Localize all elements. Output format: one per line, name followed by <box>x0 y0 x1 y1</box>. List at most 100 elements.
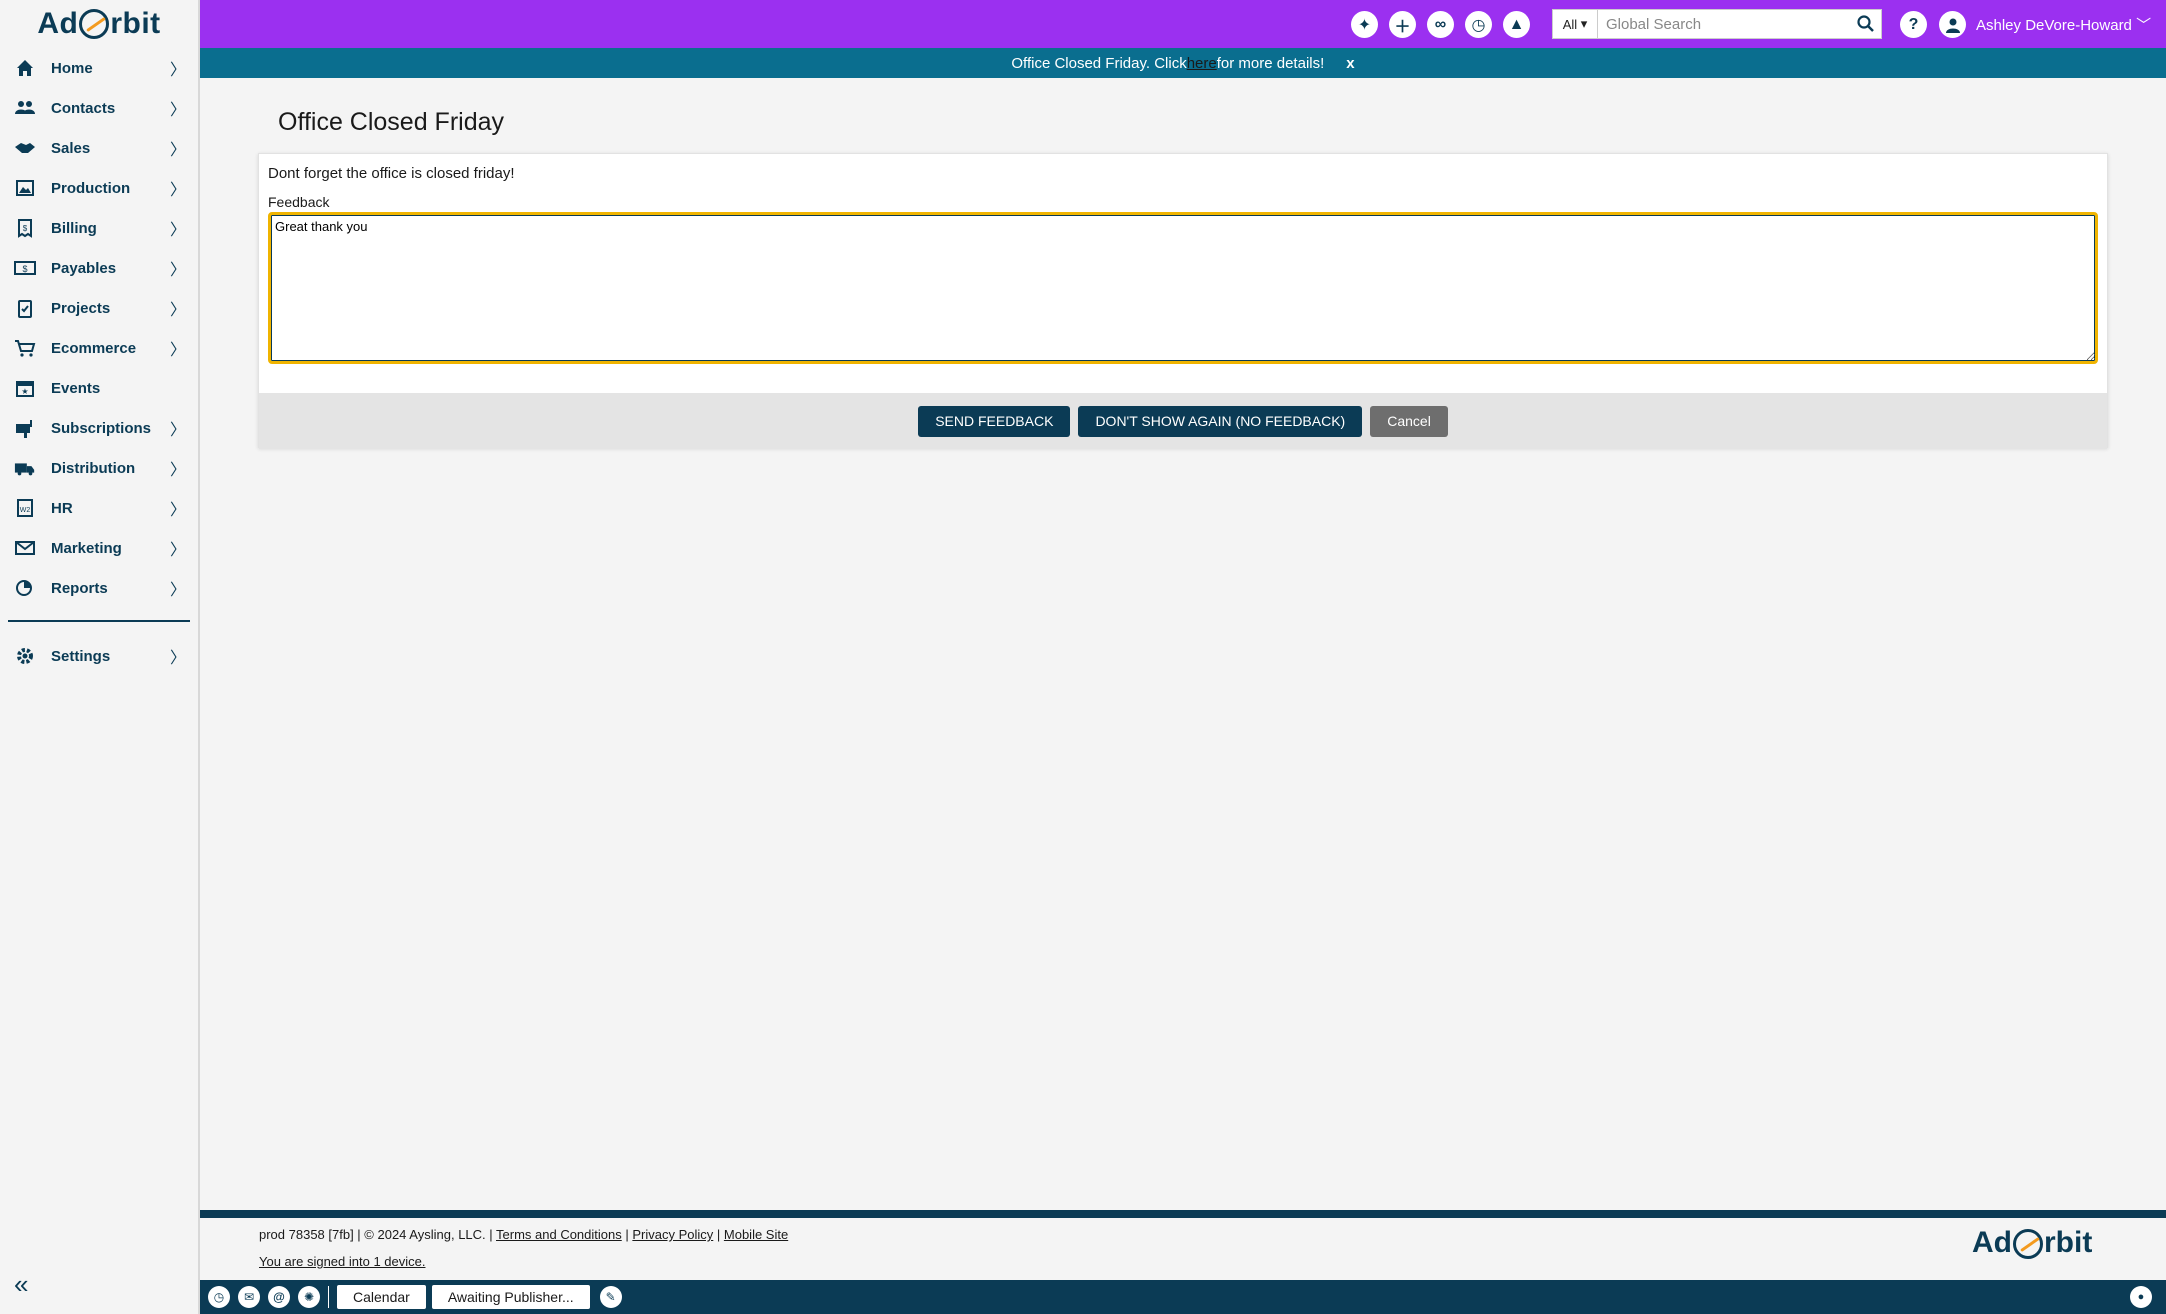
collapse-sidebar-icon[interactable]: « <box>14 1269 28 1300</box>
contacts-icon <box>14 97 36 119</box>
banner-text-after: for more details! <box>1216 54 1325 72</box>
sidebar-item-marketing[interactable]: Marketing 〉 <box>0 528 198 568</box>
svg-text:W2: W2 <box>20 507 31 514</box>
logo-text-right: rbit <box>2044 1226 2093 1259</box>
sidebar-item-label: Projects <box>51 299 111 317</box>
search-scope-value: All <box>1562 16 1578 32</box>
help-icon[interactable]: ? <box>1900 11 1927 38</box>
chevron-right-icon: 〉 <box>170 650 187 667</box>
orbit-icon <box>2013 1229 2043 1260</box>
taskbar-divider <box>328 1286 329 1308</box>
chevron-right-icon: 〉 <box>170 342 187 359</box>
gear-icon <box>14 645 36 667</box>
bell-icon[interactable]: ▲ <box>1503 11 1530 38</box>
announcement-banner: Office Closed Friday. Click here for mor… <box>200 48 2166 78</box>
sidebar-item-reports[interactable]: Reports 〉 <box>0 568 198 608</box>
link-icon[interactable]: ∞ <box>1427 11 1454 38</box>
mobile-site-link[interactable]: Mobile Site <box>724 1227 788 1242</box>
global-search: All ▾ <box>1552 9 1882 39</box>
build-info: prod 78358 [7fb] | © 2024 Aysling, LLC. … <box>259 1227 497 1242</box>
sidebar-item-projects[interactable]: Projects 〉 <box>0 288 198 328</box>
user-name-label: Ashley DeVore-Howard <box>1976 17 2132 34</box>
truck-icon <box>14 457 36 479</box>
sidebar-item-ecommerce[interactable]: Ecommerce 〉 <box>0 328 198 368</box>
dont-show-again-button[interactable]: DON'T SHOW AGAIN (NO FEEDBACK) <box>1078 405 1363 437</box>
chevron-right-icon: 〉 <box>170 102 187 119</box>
sidebar-divider <box>8 620 190 622</box>
sidebar-item-home[interactable]: Home 〉 <box>0 48 198 88</box>
banner-text: Office Closed Friday. Click <box>1011 54 1187 72</box>
sidebar-item-distribution[interactable]: Distribution 〉 <box>0 448 198 488</box>
terms-link[interactable]: Terms and Conditions <box>496 1227 622 1242</box>
clock-icon[interactable]: ◷ <box>208 1286 230 1308</box>
search-icon[interactable] <box>1856 14 1876 34</box>
logo-text-left: Ad <box>37 7 79 40</box>
sidebar-nav: Home 〉 Contacts 〉 Sales 〉 Production 〉 $ Billing 〉… <box>0 48 198 608</box>
sidebar-item-contacts[interactable]: Contacts 〉 <box>0 88 198 128</box>
mail-icon[interactable]: ✉ <box>238 1286 260 1308</box>
banner-details-link[interactable]: here <box>1187 55 1217 72</box>
chevron-right-icon: 〉 <box>170 302 187 319</box>
card-actions: SEND FEEDBACK DON'T SHOW AGAIN (NO FEEDB… <box>259 393 2107 449</box>
feedback-textarea[interactable] <box>268 212 2098 364</box>
sidebar-item-hr[interactable]: W2 HR 〉 <box>0 488 198 528</box>
search-input[interactable] <box>1598 9 1882 39</box>
party-popper-icon[interactable]: ✦ <box>1351 11 1378 38</box>
plus-icon[interactable]: ＋ <box>1389 11 1416 38</box>
awaiting-publisher-button[interactable]: Awaiting Publisher... <box>431 1285 590 1309</box>
feedback-card: Dont forget the office is closed friday!… <box>258 153 2108 449</box>
clipboard-icon <box>14 297 36 319</box>
sidebar-item-settings[interactable]: Settings 〉 <box>0 636 198 676</box>
footer-sep: | <box>713 1227 724 1242</box>
billing-icon: $ <box>14 217 36 239</box>
pencil-icon[interactable]: ✎ <box>599 1286 622 1308</box>
sidebar-item-label: Reports <box>51 579 108 597</box>
orbit-icon <box>79 9 110 39</box>
sidebar-item-billing[interactable]: $ Billing 〉 <box>0 208 198 248</box>
chevron-right-icon: 〉 <box>170 582 187 599</box>
sidebar-item-sales[interactable]: Sales 〉 <box>0 128 198 168</box>
chevron-right-icon: 〉 <box>170 182 187 199</box>
sidebar-item-label: Sales <box>51 139 91 157</box>
chevron-right-icon: 〉 <box>170 222 187 239</box>
sidebar-item-payables[interactable]: $ Payables 〉 <box>0 248 198 288</box>
chevron-down-icon: ﹀ <box>2136 17 2152 34</box>
cart-icon <box>14 337 36 359</box>
user-menu[interactable]: Ashley DeVore-Howard ﹀ <box>1976 14 2151 35</box>
sidebar-item-label: Marketing <box>51 539 122 557</box>
signed-in-devices-link[interactable]: You are signed into 1 device. <box>259 1254 425 1269</box>
production-icon <box>14 177 36 199</box>
bottom-taskbar: ◷ ✉ @ ✺ Calendar Awaiting Publisher... ✎… <box>200 1280 2166 1314</box>
sidebar-item-label: Contacts <box>51 99 116 117</box>
logo-text-left: Ad <box>1972 1226 2012 1259</box>
privacy-link[interactable]: Privacy Policy <box>632 1227 713 1242</box>
user-avatar-icon[interactable] <box>1939 11 1966 38</box>
feedback-label: Feedback <box>268 194 330 210</box>
sidebar-item-production[interactable]: Production 〉 <box>0 168 198 208</box>
chevron-right-icon: 〉 <box>170 62 187 79</box>
footer-divider <box>200 1210 2166 1218</box>
sidebar-item-label: Distribution <box>51 459 136 477</box>
sidebar-item-subscriptions[interactable]: Subscriptions 〉 <box>0 408 198 448</box>
toggle-icon[interactable]: ● <box>2130 1286 2152 1308</box>
search-scope-select[interactable]: All ▾ <box>1552 9 1598 39</box>
page-footer: prod 78358 [7fb] | © 2024 Aysling, LLC. … <box>259 1227 788 1269</box>
send-feedback-button[interactable]: SEND FEEDBACK <box>918 405 1071 437</box>
chevron-right-icon: 〉 <box>170 542 187 559</box>
top-header: ✦ ＋ ∞ ◷ ▲ All ▾ ? Ashley DeVore-Howard ﹀ <box>200 0 2166 48</box>
sidebar-item-label: HR <box>51 499 73 517</box>
calendar-button[interactable]: Calendar <box>337 1285 426 1309</box>
chevron-right-icon: 〉 <box>170 462 187 479</box>
mailbox-icon <box>14 417 36 439</box>
email-icon[interactable]: @ <box>268 1286 290 1308</box>
banner-close-button[interactable]: x <box>1346 55 1354 72</box>
envelope-icon <box>14 537 36 559</box>
cancel-button[interactable]: Cancel <box>1370 405 1448 437</box>
sidebar-item-label: Subscriptions <box>51 419 152 437</box>
adorbit-logo[interactable]: Ad rbit <box>0 0 198 48</box>
sidebar-item-label: Events <box>51 379 101 397</box>
pinwheel-icon[interactable]: ✺ <box>298 1286 320 1308</box>
history-icon[interactable]: ◷ <box>1465 11 1492 38</box>
sidebar-item-events[interactable]: ★ Events <box>0 368 198 408</box>
chevron-right-icon: 〉 <box>170 422 187 439</box>
